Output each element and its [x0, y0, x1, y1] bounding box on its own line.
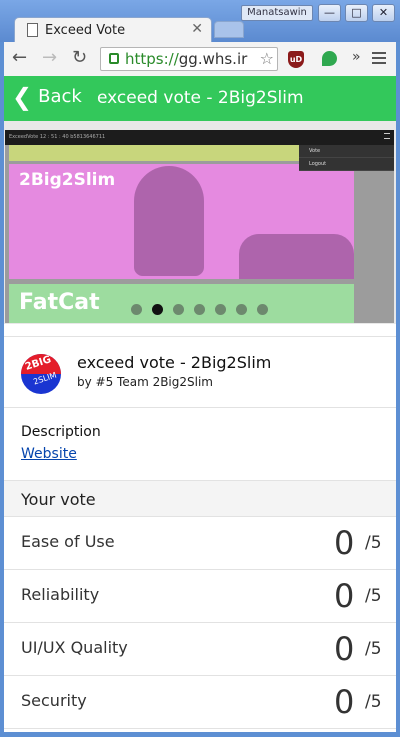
dropdown-item-logout: Logout	[299, 158, 394, 171]
bookmark-star-icon[interactable]: ☆	[260, 49, 274, 68]
carousel-indicators	[131, 304, 278, 315]
criterion-max: /5	[365, 533, 382, 553]
close-window-button[interactable]: ✕	[372, 4, 395, 22]
url-text: https://gg.whs.ir	[125, 50, 248, 68]
forward-arrow-icon[interactable]: →	[42, 48, 57, 68]
criterion-label: Reliability	[21, 585, 100, 604]
minimize-button[interactable]: —	[318, 4, 341, 22]
carousel-dot[interactable]	[131, 304, 142, 315]
back-button[interactable]: ❮ Back	[12, 82, 82, 111]
criterion-score[interactable]: 0	[334, 683, 354, 721]
vote-row-ui-ux-quality[interactable]: UI/UX Quality 0 /5	[4, 623, 396, 676]
app-header: ❮ Back exceed vote - 2Big2Slim	[4, 76, 396, 121]
carousel-dot[interactable]	[173, 304, 184, 315]
page-title: exceed vote - 2Big2Slim	[97, 88, 304, 108]
criterion-label: Security	[21, 691, 87, 710]
criterion-score[interactable]: 0	[334, 577, 354, 615]
band-label: FatCat	[19, 290, 100, 315]
criterion-label: Ease of Use	[21, 532, 115, 551]
criterion-label: UI/UX Quality	[21, 638, 128, 657]
carousel-dot[interactable]	[257, 304, 268, 315]
screenshot-carousel[interactable]: 2Big2Slim FatCat ExceedVote 12 : 51 : 40…	[4, 121, 396, 324]
leaf-extension-icon[interactable]	[322, 51, 337, 66]
back-label: Back	[38, 86, 82, 107]
browser-tab[interactable]: Exceed Vote ✕	[14, 17, 212, 43]
address-bar[interactable]: https://gg.whs.ir ☆	[100, 47, 278, 71]
screenshot-dropdown: Vote Logout	[299, 145, 394, 171]
more-extensions-icon[interactable]: »	[352, 49, 361, 65]
page-icon	[27, 23, 38, 37]
screenshot-navbar: ExceedVote 12 : 51 : 40 b5813646711	[5, 130, 394, 145]
dropdown-item-vote: Vote	[299, 145, 394, 158]
back-arrow-icon[interactable]: ←	[12, 48, 27, 68]
criterion-score[interactable]: 0	[334, 630, 354, 668]
description-label: Description	[21, 424, 101, 440]
carousel-dot[interactable]	[194, 304, 205, 315]
cat-illustration	[134, 166, 204, 276]
page-content: ❮ Back exceed vote - 2Big2Slim 2Big2Slim…	[4, 76, 396, 732]
vote-section-header: Your vote	[4, 480, 396, 517]
vote-row-reliability[interactable]: Reliability 0 /5	[4, 570, 396, 623]
carousel-slide: 2Big2Slim FatCat ExceedVote 12 : 51 : 40…	[5, 130, 394, 323]
criterion-max: /5	[365, 586, 382, 606]
carousel-dot[interactable]	[152, 304, 163, 315]
reload-icon[interactable]: ↻	[72, 48, 87, 68]
title-bar: Exceed Vote ✕ Manatsawin — □ ✕	[0, 0, 400, 43]
criterion-max: /5	[365, 639, 382, 659]
vote-row-ease-of-use[interactable]: Ease of Use 0 /5	[4, 517, 396, 570]
screenshot-menu-icon	[384, 133, 390, 139]
maximize-button[interactable]: □	[345, 4, 368, 22]
team-title: exceed vote - 2Big2Slim	[77, 353, 272, 372]
browser-menu-icon[interactable]	[372, 52, 386, 67]
cat-body-illustration	[239, 234, 354, 279]
tab-title: Exceed Vote	[45, 23, 126, 38]
chevron-left-icon: ❮	[12, 82, 33, 111]
band-label: 2Big2Slim	[19, 170, 116, 190]
band-2big2slim: 2Big2Slim	[9, 164, 354, 279]
ublock-extension-icon[interactable]: uD	[288, 51, 304, 68]
criterion-score[interactable]: 0	[334, 524, 354, 562]
browser-toolbar: ← → ↻ https://gg.whs.ir ☆ uD »	[4, 42, 396, 76]
new-tab-button[interactable]	[214, 21, 244, 38]
browser-window: Exceed Vote ✕ Manatsawin — □ ✕ ← → ↻ htt…	[0, 0, 400, 737]
criterion-max: /5	[365, 692, 382, 712]
team-logo: 2BIG 2SLIM	[21, 354, 61, 394]
website-link[interactable]: Website	[21, 446, 77, 462]
carousel-dot[interactable]	[236, 304, 247, 315]
team-header: 2BIG 2SLIM exceed vote - 2Big2Slim by #5…	[4, 336, 396, 408]
description-section: Description Website	[4, 408, 396, 480]
lock-icon	[109, 53, 119, 64]
tab-close-icon[interactable]: ✕	[191, 21, 203, 37]
team-byline: by #5 Team 2Big2Slim	[77, 375, 213, 389]
vote-row-security[interactable]: Security 0 /5	[4, 676, 396, 729]
vote-header-label: Your vote	[21, 490, 96, 509]
carousel-dot[interactable]	[215, 304, 226, 315]
profile-button[interactable]: Manatsawin	[241, 5, 313, 21]
